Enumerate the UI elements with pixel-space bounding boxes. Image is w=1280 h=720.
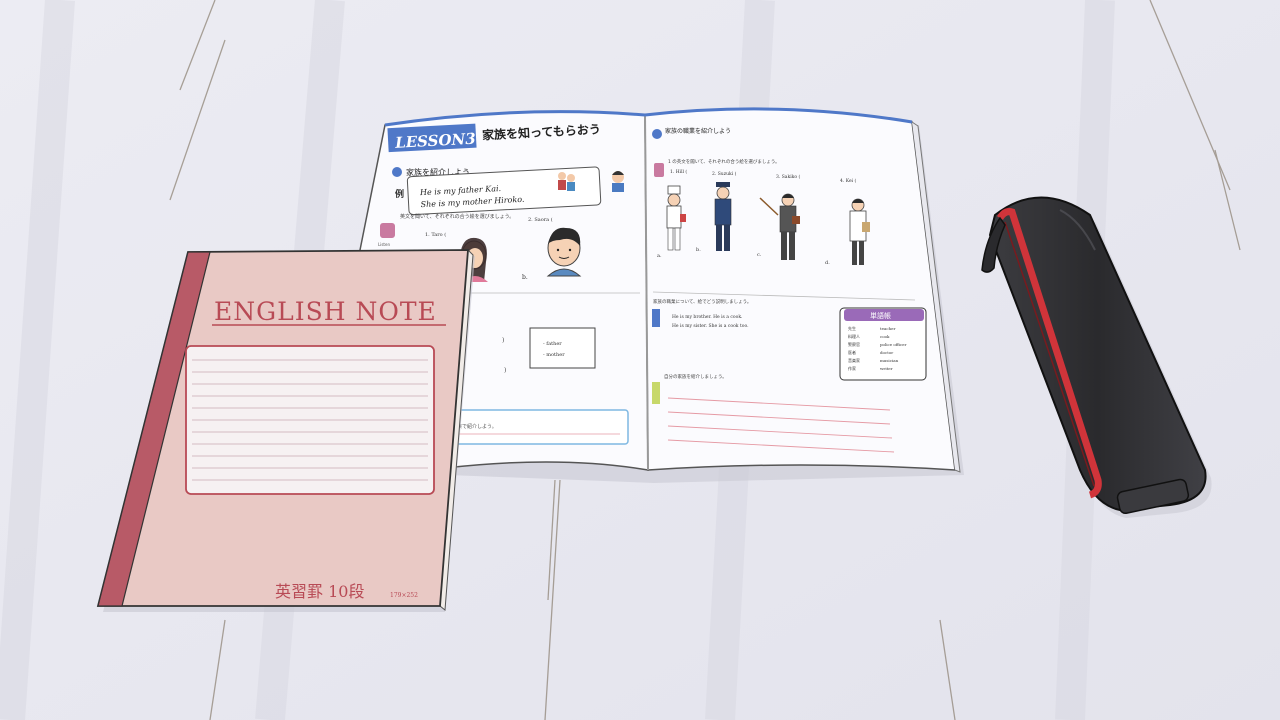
right-section-title: 家族の職業を紹介しよう	[665, 127, 731, 135]
notebook-footer: 英習罫 10段	[275, 582, 364, 601]
section1-number-icon	[392, 167, 402, 177]
letter-b: b.	[522, 274, 528, 281]
vocab-en-6: writer	[880, 366, 893, 371]
word-box-1: - father	[543, 341, 562, 347]
word-box	[529, 327, 596, 369]
right-letter-a: a.	[657, 253, 662, 259]
right-name-2: 2. Suzuki (	[712, 170, 737, 177]
bracket-1: )	[502, 337, 504, 344]
right-name-4: 4. Kei (	[840, 177, 856, 184]
name-left-1: 1. Taro (	[425, 231, 446, 238]
vocab-jp-2: 料理人	[848, 333, 860, 339]
vocab-jp-6: 作家	[848, 365, 856, 371]
listen-icon	[380, 223, 395, 238]
right-listen-icon	[654, 163, 664, 177]
right-section-number-icon	[652, 129, 662, 139]
notebook-title: ENGLISH NOTE	[214, 297, 437, 326]
example-mark: 例	[395, 188, 404, 200]
listen-label: Listen	[378, 242, 390, 247]
word-box-2: - mother	[543, 352, 565, 358]
vocab-en-5: musician	[880, 358, 899, 363]
sentence2: He is my sister. She is a cook too.	[672, 323, 749, 329]
vocab-en-2: cook	[880, 334, 890, 339]
right-letter-b: b.	[696, 247, 701, 253]
right-name-3: 3. Sakiko (	[776, 173, 801, 180]
vocab-en-4: doctor	[880, 350, 893, 355]
right-instruction: 1 の英文を聞いて、それぞれの合う絵を選びましょう。	[668, 158, 780, 165]
right-letter-c: c.	[757, 252, 762, 258]
vocab-jp-5: 音楽家	[848, 357, 860, 363]
vocab-title: 単語帳	[870, 311, 891, 320]
vocab-jp-4: 医者	[848, 349, 856, 355]
vocab-en-3: police officer	[880, 342, 907, 347]
right-instruction3: 自分の家族を紹介しましょう。	[664, 373, 727, 380]
right-name-1: 1. Hill (	[670, 168, 687, 175]
scene: LESSON3 家族を知ってもらおう 家族を紹介しよう 例 He is my f…	[0, 0, 1280, 720]
vocab-en-1: teacher	[880, 326, 896, 331]
right-writing-icon	[652, 382, 660, 404]
vocab-jp-3: 警察官	[848, 341, 860, 347]
vocab-jp-1: 先生	[848, 325, 856, 331]
instruction-left: 英文を聞いて、それぞれの合う絵を選びましょう。	[400, 213, 514, 220]
right-letter-d: d.	[825, 260, 830, 266]
sentence1: He is my brother. He is a cook.	[672, 314, 743, 320]
right-example-icon	[652, 309, 660, 327]
right-instruction2: 家族の職業について、絵でどう説明しましょう。	[653, 298, 751, 305]
bracket-2: )	[504, 367, 506, 374]
name-left-2: 2. Saora (	[528, 216, 553, 223]
notebook-size-label: 179×252	[390, 592, 418, 599]
